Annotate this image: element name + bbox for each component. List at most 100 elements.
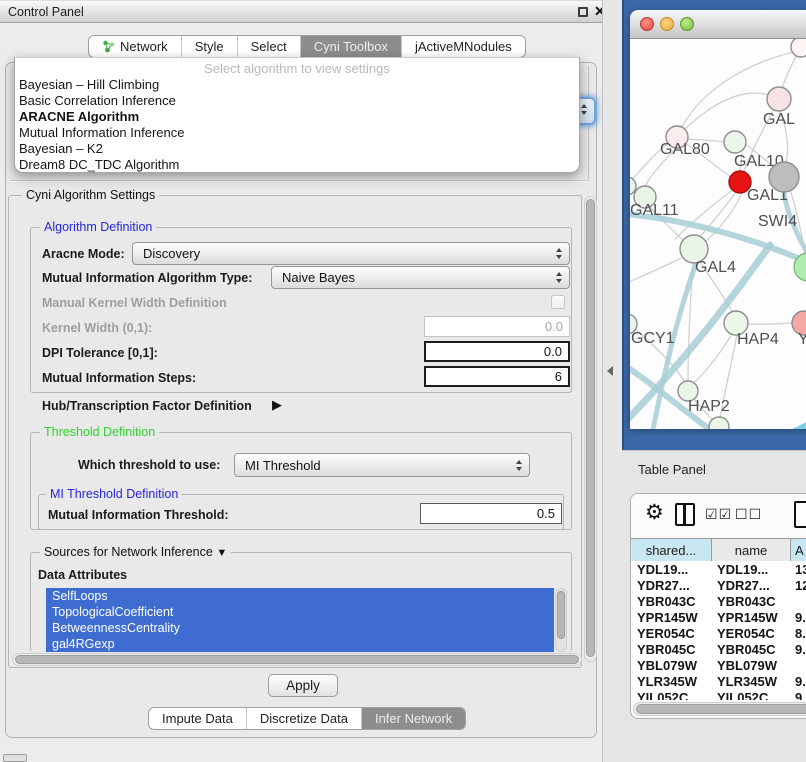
cyni-mode-tabs: Impute DataDiscretize DataInfer Network — [148, 707, 466, 730]
algorithm-option-aracne-algorithm[interactable]: ARACNE Algorithm — [15, 109, 579, 125]
mi-steps-field[interactable]: 6 — [424, 366, 570, 387]
scrollbar-thumb[interactable] — [557, 591, 565, 639]
settings-vertical-scrollbar[interactable] — [584, 196, 597, 662]
scrollbar-thumb[interactable] — [15, 655, 579, 664]
table-row[interactable]: YIL052CYIL052C9 — [631, 689, 806, 700]
attribute-item-selfloops[interactable]: SelfLoops — [46, 588, 554, 604]
table-row[interactable]: YER054CYER054C8. — [631, 625, 806, 641]
table-cell: 8. — [789, 626, 806, 641]
tab-cyni-toolbox[interactable]: Cyni Toolbox — [300, 36, 401, 57]
tab-jactivemnodules[interactable]: jActiveMNodules — [401, 36, 525, 57]
which-threshold-select[interactable]: MI Threshold — [234, 453, 530, 477]
stepper-arrows-icon — [556, 272, 562, 283]
table-cell: 9. — [789, 642, 806, 657]
which-threshold-label: Which threshold to use: — [78, 458, 220, 472]
network-node-gal10[interactable] — [724, 131, 746, 153]
settings-horizontal-scrollbar[interactable] — [12, 653, 582, 666]
kernel-width-field[interactable]: 0.0 — [424, 316, 570, 337]
dpi-tolerance-label: DPI Tolerance [0,1]: — [42, 346, 158, 360]
aracne-mode-label: Aracne Mode: — [42, 247, 125, 261]
split-divider[interactable] — [602, 0, 622, 762]
table-cell: YBR043C — [711, 594, 789, 609]
table-rows: YDL19...YDL19...13YDR27...YDR27...12YBR0… — [631, 561, 806, 700]
mi-steps-label: Mutual Information Steps: — [42, 371, 196, 385]
attribute-item-gal4rgexp[interactable]: gal4RGexp — [46, 636, 554, 652]
table-row[interactable]: YLR345WYLR345W9. — [631, 673, 806, 689]
node-label: GAL4 — [695, 259, 736, 276]
apply-button[interactable]: Apply — [268, 674, 338, 697]
table-panel: Table Panel ⚙ ☑☑ ☐☐ shared...nameA YDL19… — [622, 450, 806, 762]
scrollbar-thumb[interactable] — [586, 199, 595, 657]
network-window-titlebar[interactable] — [630, 10, 806, 39]
mi-type-select[interactable]: Naive Bayes — [271, 266, 570, 289]
table-row[interactable]: YBR045CYBR045C9. — [631, 641, 806, 657]
close-window-button[interactable] — [640, 17, 654, 31]
select-all-checks-icon[interactable]: ☑☑ — [705, 506, 732, 523]
tab-label: Network — [120, 39, 168, 54]
sources-title[interactable]: Sources for Network Inference ▼ — [40, 545, 231, 559]
table-cell: YER054C — [631, 626, 711, 641]
data-attributes-list: SelfLoopsTopologicalCoefficientBetweenne… — [46, 588, 554, 652]
bottom-tab-discretize-data[interactable]: Discretize Data — [246, 708, 361, 729]
dpi-tolerance-field[interactable]: 0.0 — [424, 341, 570, 362]
tab-network[interactable]: Network — [89, 36, 181, 57]
table-cell: YDR27... — [631, 578, 711, 593]
control-panel-tabs: Network StyleSelectCyni ToolboxjActiveMNo… — [88, 35, 526, 58]
section-separator-highlight — [10, 181, 588, 182]
network-node-gal[interactable] — [767, 87, 791, 111]
algorithm-option-mutual-information-inference[interactable]: Mutual Information Inference — [15, 125, 579, 141]
which-threshold-value: MI Threshold — [245, 458, 321, 473]
tab-style[interactable]: Style — [181, 36, 237, 57]
bottom-left-widget[interactable] — [3, 754, 27, 762]
network-node[interactable] — [769, 162, 799, 192]
deselect-all-checks-icon[interactable]: ☐☐ — [735, 506, 762, 523]
manual-kernel-checkbox[interactable] — [551, 295, 565, 309]
control-panel: Control Panel ✕ NetworkStyleSelectCyni T… — [0, 0, 602, 762]
kernel-width-label: Kernel Width (0,1): — [42, 321, 152, 335]
table-cell: YPR145W — [631, 610, 711, 625]
table-row[interactable]: YDL19...YDL19...13 — [631, 561, 806, 577]
table-cell: 9. — [789, 610, 806, 625]
gear-icon[interactable]: ⚙ — [645, 500, 664, 525]
attributes-list-scrollbar[interactable] — [555, 588, 567, 652]
table-row[interactable]: YPR145WYPR145W9. — [631, 609, 806, 625]
network-node[interactable] — [791, 39, 806, 57]
table-cell: YBL079W — [711, 658, 789, 673]
algorithm-option-basic-correlation-inference[interactable]: Basic Correlation Inference — [15, 93, 579, 109]
table-row[interactable]: YBR043CYBR043C — [631, 593, 806, 609]
document-icon[interactable] — [794, 501, 806, 528]
column-header-name[interactable]: name — [712, 539, 791, 561]
columns-icon[interactable] — [675, 503, 695, 526]
bottom-tab-impute-data[interactable]: Impute Data — [149, 708, 246, 729]
network-view[interactable]: GALGAL80GAL10GAL1GAL11SWI4GAL4GCY1HAP4YH… — [630, 39, 806, 429]
table-cell: YBR043C — [631, 594, 711, 609]
scrollbar-thumb[interactable] — [636, 704, 806, 714]
minimize-window-button[interactable] — [660, 17, 674, 31]
expand-arrow-icon[interactable]: ▶ — [272, 397, 282, 413]
algorithm-option-bayesian-k2[interactable]: Bayesian – K2 — [15, 141, 579, 157]
table-horizontal-scrollbar[interactable] — [633, 702, 806, 716]
table-toolbar: ⚙ ☑☑ ☐☐ — [631, 494, 806, 538]
attribute-item-topologicalcoefficient[interactable]: TopologicalCoefficient — [46, 604, 554, 620]
algorithm-option-bayesian-hill-climbing[interactable]: Bayesian – Hill Climbing — [15, 77, 579, 93]
hub-section-label[interactable]: Hub/Transcription Factor Definition — [42, 399, 252, 413]
attribute-item-betweennesscentrality[interactable]: BetweennessCentrality — [46, 620, 554, 636]
node-label: GAL — [763, 111, 795, 128]
table-cell: 12 — [789, 578, 806, 593]
algorithm-option-dream8-dc-tdc-algorithm[interactable]: Dream8 DC_TDC Algorithm — [15, 157, 579, 173]
zoom-window-button[interactable] — [680, 17, 694, 31]
table-row[interactable]: YDR27...YDR27...12 — [631, 577, 806, 593]
mi-threshold-field[interactable]: 0.5 — [420, 503, 562, 524]
column-header-shared[interactable]: shared... — [631, 539, 712, 561]
aracne-mode-value: Discovery — [143, 246, 200, 261]
table-row[interactable]: YBL079WYBL079W — [631, 657, 806, 673]
divider-collapse-arrow-icon[interactable] — [607, 366, 613, 376]
collapse-arrow-icon[interactable]: ▼ — [216, 547, 227, 559]
aracne-mode-select[interactable]: Discovery — [132, 242, 570, 265]
bottom-tab-infer-network[interactable]: Infer Network — [361, 708, 465, 729]
cyni-settings-title: Cyni Algorithm Settings — [22, 188, 159, 202]
float-panel-icon[interactable] — [578, 7, 588, 17]
column-header-a[interactable]: A — [791, 539, 806, 561]
table-panel-title: Table Panel — [638, 462, 706, 477]
tab-select[interactable]: Select — [237, 36, 300, 57]
